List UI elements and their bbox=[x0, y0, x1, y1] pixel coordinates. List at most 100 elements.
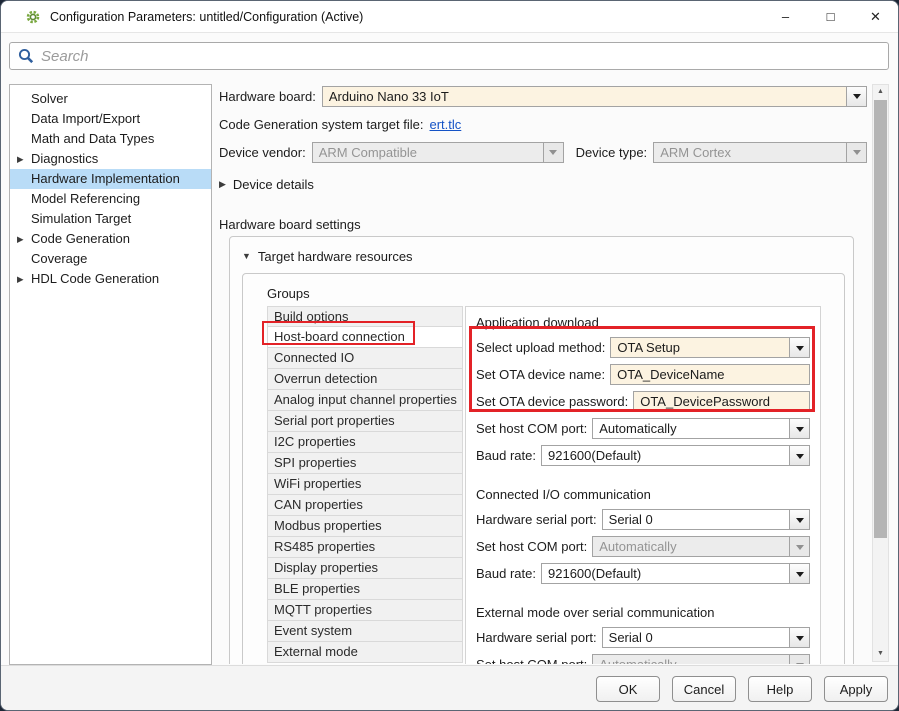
group-item-spi-properties[interactable]: SPI properties bbox=[267, 453, 463, 474]
sidebar-item-hardware-implementation[interactable]: Hardware Implementation bbox=[10, 169, 211, 189]
expand-arrow-icon[interactable]: ▶ bbox=[17, 269, 24, 289]
search-box[interactable] bbox=[9, 42, 889, 70]
ota-device-password-field[interactable]: OTA_DevicePassword bbox=[633, 391, 810, 412]
host-com-port-row-2: Set host COM port: Automatically bbox=[476, 536, 810, 557]
group-item-connected-io[interactable]: Connected IO bbox=[267, 348, 463, 369]
group-item-overrun-detection[interactable]: Overrun detection bbox=[267, 369, 463, 390]
group-item-modbus-properties[interactable]: Modbus properties bbox=[267, 516, 463, 537]
cancel-button[interactable]: Cancel bbox=[672, 676, 736, 702]
dropdown-arrow-icon bbox=[543, 143, 563, 162]
group-item-can-properties[interactable]: CAN properties bbox=[267, 495, 463, 516]
group-item-wifi-properties[interactable]: WiFi properties bbox=[267, 474, 463, 495]
target-hardware-resources-expander[interactable]: ▼ Target hardware resources bbox=[242, 246, 845, 266]
upload-method-combo[interactable]: OTA Setup bbox=[610, 337, 810, 358]
baud-rate-label: Baud rate: bbox=[476, 448, 536, 463]
baud-rate-combo-2[interactable]: 921600(Default) bbox=[541, 563, 810, 584]
groups-list: Build options Host-board connection Conn… bbox=[267, 306, 463, 664]
sidebar-item-diagnostics[interactable]: ▶Diagnostics bbox=[10, 149, 211, 169]
hardware-serial-port-label: Hardware serial port: bbox=[476, 512, 597, 527]
hardware-serial-port-label: Hardware serial port: bbox=[476, 630, 597, 645]
host-com-port-row-3: Set host COM port: Automatically bbox=[476, 654, 810, 664]
expand-arrow-icon[interactable]: ▶ bbox=[17, 229, 24, 249]
hardware-board-settings-group: ▼ Target hardware resources Groups Build… bbox=[229, 236, 854, 664]
sidebar-item-code-generation[interactable]: ▶Code Generation bbox=[10, 229, 211, 249]
baud-rate-combo[interactable]: 921600(Default) bbox=[541, 445, 810, 466]
upload-method-row: Select upload method: OTA Setup bbox=[476, 337, 810, 358]
sidebar-item-math-and-data-types[interactable]: Math and Data Types bbox=[10, 129, 211, 149]
group-item-build-options[interactable]: Build options bbox=[267, 306, 463, 327]
device-vendor-combo: ARM Compatible bbox=[312, 142, 564, 163]
scroll-up-icon[interactable]: ▲ bbox=[873, 85, 888, 99]
group-item-rs485-properties[interactable]: RS485 properties bbox=[267, 537, 463, 558]
connected-io-communication-heading: Connected I/O communication bbox=[476, 485, 810, 505]
search-bar bbox=[1, 34, 898, 76]
group-item-ble-properties[interactable]: BLE properties bbox=[267, 579, 463, 600]
baud-rate-label: Baud rate: bbox=[476, 566, 536, 581]
dropdown-arrow-icon[interactable] bbox=[789, 338, 809, 357]
device-details-expander[interactable]: ▶ Device details bbox=[219, 174, 867, 194]
dropdown-arrow-icon[interactable] bbox=[789, 510, 809, 529]
sidebar-item-hdl-code-generation[interactable]: ▶HDL Code Generation bbox=[10, 269, 211, 289]
window-title: Configuration Parameters: untitled/Confi… bbox=[50, 10, 363, 24]
maximize-button[interactable]: □ bbox=[808, 1, 853, 33]
host-com-port-combo[interactable]: Automatically bbox=[592, 418, 810, 439]
configuration-parameters-dialog: Configuration Parameters: untitled/Confi… bbox=[0, 0, 899, 711]
dropdown-arrow-icon bbox=[846, 143, 866, 162]
close-button[interactable]: ✕ bbox=[853, 1, 898, 33]
scrollbar-thumb[interactable] bbox=[874, 100, 887, 538]
apply-button[interactable]: Apply bbox=[824, 676, 888, 702]
search-icon bbox=[18, 48, 34, 64]
hardware-serial-port-row-2: Hardware serial port: Serial 0 bbox=[476, 627, 810, 648]
target-hardware-resources-label: Target hardware resources bbox=[258, 249, 413, 264]
application-download-heading: Application download bbox=[476, 313, 810, 333]
device-vendor-label: Device vendor: bbox=[219, 145, 306, 160]
target-hardware-resources-group: Groups Build options Host-board connecti… bbox=[242, 273, 845, 664]
group-item-i2c-properties[interactable]: I2C properties bbox=[267, 432, 463, 453]
dropdown-arrow-icon[interactable] bbox=[789, 419, 809, 438]
ota-device-password-row: Set OTA device password: OTA_DevicePassw… bbox=[476, 391, 810, 412]
group-item-host-board-connection[interactable]: Host-board connection bbox=[267, 327, 463, 348]
scroll-down-icon[interactable]: ▼ bbox=[873, 647, 888, 661]
ert-tlc-link[interactable]: ert.tlc bbox=[430, 117, 462, 132]
dropdown-arrow-icon[interactable] bbox=[789, 564, 809, 583]
ota-device-name-label: Set OTA device name: bbox=[476, 367, 605, 382]
ok-button[interactable]: OK bbox=[596, 676, 660, 702]
target-file-row: Code Generation system target file: ert.… bbox=[219, 114, 867, 134]
search-input[interactable] bbox=[41, 44, 888, 68]
sidebar-item-coverage[interactable]: Coverage bbox=[10, 249, 211, 269]
hardware-board-combo[interactable]: Arduino Nano 33 IoT bbox=[322, 86, 867, 107]
group-settings-panel: Application download Select upload metho… bbox=[465, 306, 821, 664]
dropdown-arrow-icon[interactable] bbox=[789, 446, 809, 465]
device-type-combo: ARM Cortex bbox=[653, 142, 867, 163]
baud-rate-row-2: Baud rate: 921600(Default) bbox=[476, 563, 810, 584]
group-item-mqtt-properties[interactable]: MQTT properties bbox=[267, 600, 463, 621]
group-item-serial-port-properties[interactable]: Serial port properties bbox=[267, 411, 463, 432]
group-item-event-system[interactable]: Event system bbox=[267, 621, 463, 642]
ota-device-name-row: Set OTA device name: OTA_DeviceName bbox=[476, 364, 810, 385]
group-item-analog-input-channel-properties[interactable]: Analog input channel properties bbox=[267, 390, 463, 411]
expand-arrow-icon[interactable]: ▶ bbox=[17, 149, 24, 169]
baud-rate-row: Baud rate: 921600(Default) bbox=[476, 445, 810, 466]
dropdown-arrow-icon[interactable] bbox=[846, 87, 866, 106]
group-item-external-mode[interactable]: External mode bbox=[267, 642, 463, 663]
hardware-serial-port-combo-2[interactable]: Serial 0 bbox=[602, 627, 810, 648]
sidebar-item-simulation-target[interactable]: Simulation Target bbox=[10, 209, 211, 229]
host-com-port-label: Set host COM port: bbox=[476, 421, 587, 436]
device-row: Device vendor: ARM Compatible Device typ… bbox=[219, 141, 867, 163]
host-com-port-label: Set host COM port: bbox=[476, 539, 587, 554]
sidebar-item-solver[interactable]: Solver bbox=[10, 89, 211, 109]
ota-device-name-field[interactable]: OTA_DeviceName bbox=[610, 364, 810, 385]
vertical-scrollbar[interactable]: ▲ ▼ bbox=[872, 84, 889, 662]
minimize-button[interactable]: – bbox=[763, 1, 808, 33]
device-details-label: Device details bbox=[233, 177, 314, 192]
sidebar-item-model-referencing[interactable]: Model Referencing bbox=[10, 189, 211, 209]
hardware-serial-port-combo[interactable]: Serial 0 bbox=[602, 509, 810, 530]
group-item-display-properties[interactable]: Display properties bbox=[267, 558, 463, 579]
sidebar-item-data-import-export[interactable]: Data Import/Export bbox=[10, 109, 211, 129]
host-com-port-combo-disabled: Automatically bbox=[592, 536, 810, 557]
help-button[interactable]: Help bbox=[748, 676, 812, 702]
settings-pane: Hardware board: Arduino Nano 33 IoT Code… bbox=[219, 76, 867, 664]
expand-arrow-icon: ▶ bbox=[219, 179, 226, 190]
dropdown-arrow-icon[interactable] bbox=[789, 628, 809, 647]
simulink-config-gear-icon bbox=[25, 9, 41, 25]
